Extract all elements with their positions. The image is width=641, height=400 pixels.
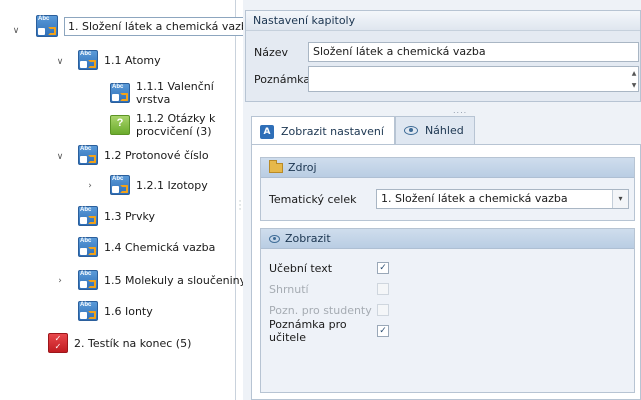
expand-arrow-icon[interactable]: › [54, 275, 66, 287]
tree-item-label: 1.2 Protonové číslo [104, 148, 209, 162]
option-summary: Shrnutí [269, 280, 389, 298]
chapter-settings-panel: Nastavení kapitoly Název Složení látek a… [245, 10, 641, 102]
tree-item-1-2[interactable]: Abc 1.2 Protonové číslo [78, 143, 209, 167]
name-label: Název [254, 46, 289, 59]
source-group: Zdroj Tematický celek 1. Složení látek a… [260, 157, 635, 221]
option-label: Učební text [269, 261, 333, 275]
checkbox[interactable]: ✓ [377, 262, 389, 274]
tree-item-label: 1.3 Prvky [104, 209, 155, 223]
tree-item-1-3[interactable]: Abc 1.3 Prvky [78, 204, 155, 228]
topic-label: Tematický celek [269, 193, 357, 206]
tab-preview[interactable]: Náhled [394, 116, 475, 144]
textbook-icon: Abc [78, 50, 98, 70]
panel-title: Nastavení kapitoly [246, 11, 640, 31]
chapter-tree: ∨ Abc 1. Složení látek a chemická vazba … [0, 0, 259, 400]
group-header: Zobrazit [261, 229, 634, 249]
tree-item-1-5[interactable]: Abc 1.5 Molekuly a sloučeniny [78, 268, 246, 292]
checkbox [377, 304, 389, 316]
tree-item-label: 1. Složení látek a chemická vazba [64, 16, 259, 36]
note-label: Poznámka [254, 73, 311, 86]
option-label: Shrnutí [269, 282, 309, 296]
textbook-icon: Abc [78, 145, 98, 165]
tree-item-1-6[interactable]: Abc 1.6 Ionty [78, 299, 153, 323]
collapse-arrow-icon[interactable]: ∨ [54, 56, 66, 68]
chevron-down-icon[interactable]: ▾ [612, 190, 628, 208]
tree-item-label: 1.1.2 Otázky k procvičení (3) [136, 112, 216, 138]
tab-display-settings[interactable]: A Zobrazit nastavení [251, 116, 395, 146]
collapse-arrow-icon[interactable]: ∨ [54, 151, 66, 163]
tab-label: Náhled [424, 124, 464, 137]
tab-label: Zobrazit nastavení [281, 125, 384, 138]
textbook-icon: Abc [110, 175, 130, 195]
tree-item-1-1-2[interactable]: ? 1.1.2 Otázky k procvičení (3) [110, 110, 215, 140]
group-title: Zobrazit [285, 231, 331, 245]
test-icon: ✓ ✓ [48, 333, 68, 353]
textbook-icon: Abc [78, 301, 98, 321]
display-group: Zobrazit Učební text ✓ Shrnutí Pozn. pro… [260, 228, 635, 393]
tree-item-1-1[interactable]: Abc 1.1 Atomy [78, 48, 161, 72]
expand-arrow-icon[interactable]: › [84, 180, 96, 192]
option-student-notes: Pozn. pro studenty [269, 301, 389, 319]
tree-item-label: 1.5 Molekuly a sloučeniny [104, 273, 247, 287]
folder-icon [269, 159, 283, 173]
detail-pane: Nastavení kapitoly Název Složení látek a… [243, 0, 641, 400]
textbook-icon: Abc [78, 237, 98, 257]
letter-a-icon: A [260, 124, 274, 139]
tree-item-label: 2. Testík na konec (5) [74, 336, 192, 350]
option-teacher-note[interactable]: Poznámka pro učitele ✓ [269, 318, 389, 344]
textbook-icon: Abc [36, 15, 58, 37]
option-label: Pozn. pro studenty [269, 303, 372, 317]
textbook-icon: Abc [78, 206, 98, 226]
eye-icon [269, 234, 280, 243]
note-input[interactable] [308, 66, 639, 92]
tree-item-label: 1.2.1 Izotopy [136, 178, 208, 192]
question-icon: ? [110, 115, 130, 135]
tree-item-2[interactable]: ✓ ✓ 2. Testík na konec (5) [48, 331, 191, 355]
eye-icon [403, 124, 418, 138]
name-input[interactable]: Složení látek a chemická vazba [308, 42, 639, 62]
group-header: Zdroj [261, 158, 634, 178]
resize-grip-icon[interactable]: .... [453, 106, 467, 115]
tree-item-1-2-1[interactable]: Abc 1.2.1 Izotopy [110, 173, 208, 197]
tab-content: Zdroj Tematický celek 1. Složení látek a… [251, 144, 641, 400]
tree-item-1-4[interactable]: Abc 1.4 Chemická vazba [78, 235, 215, 259]
tree-item-label: 1.6 Ionty [104, 304, 153, 318]
checkbox [377, 283, 389, 295]
checkbox[interactable]: ✓ [377, 325, 389, 337]
tree-item-label: 1.4 Chemická vazba [104, 240, 216, 254]
collapse-arrow-icon[interactable]: ∨ [10, 25, 22, 37]
note-scroll-arrows-icon[interactable]: ▲ ▼ [630, 68, 638, 92]
tree-item-1[interactable]: Abc 1. Složení látek a chemická vazba [36, 14, 259, 38]
option-learning-text[interactable]: Učební text ✓ [269, 259, 389, 277]
tab-strip: A Zobrazit nastavení Náhled [251, 116, 475, 146]
textbook-icon: Abc [110, 83, 130, 103]
tree-item-label: 1.1 Atomy [104, 53, 161, 67]
textbook-icon: Abc [78, 270, 98, 290]
topic-value: 1. Složení látek a chemická vazba [381, 192, 568, 205]
tree-item-label: 1.1.1 Valenční vrstva [136, 80, 214, 106]
group-title: Zdroj [288, 160, 317, 174]
option-label: Poznámka pro učitele [269, 318, 347, 344]
topic-select[interactable]: 1. Složení látek a chemická vazba ▾ [376, 189, 629, 209]
tree-item-1-1-1[interactable]: Abc 1.1.1 Valenční vrstva [110, 78, 214, 108]
